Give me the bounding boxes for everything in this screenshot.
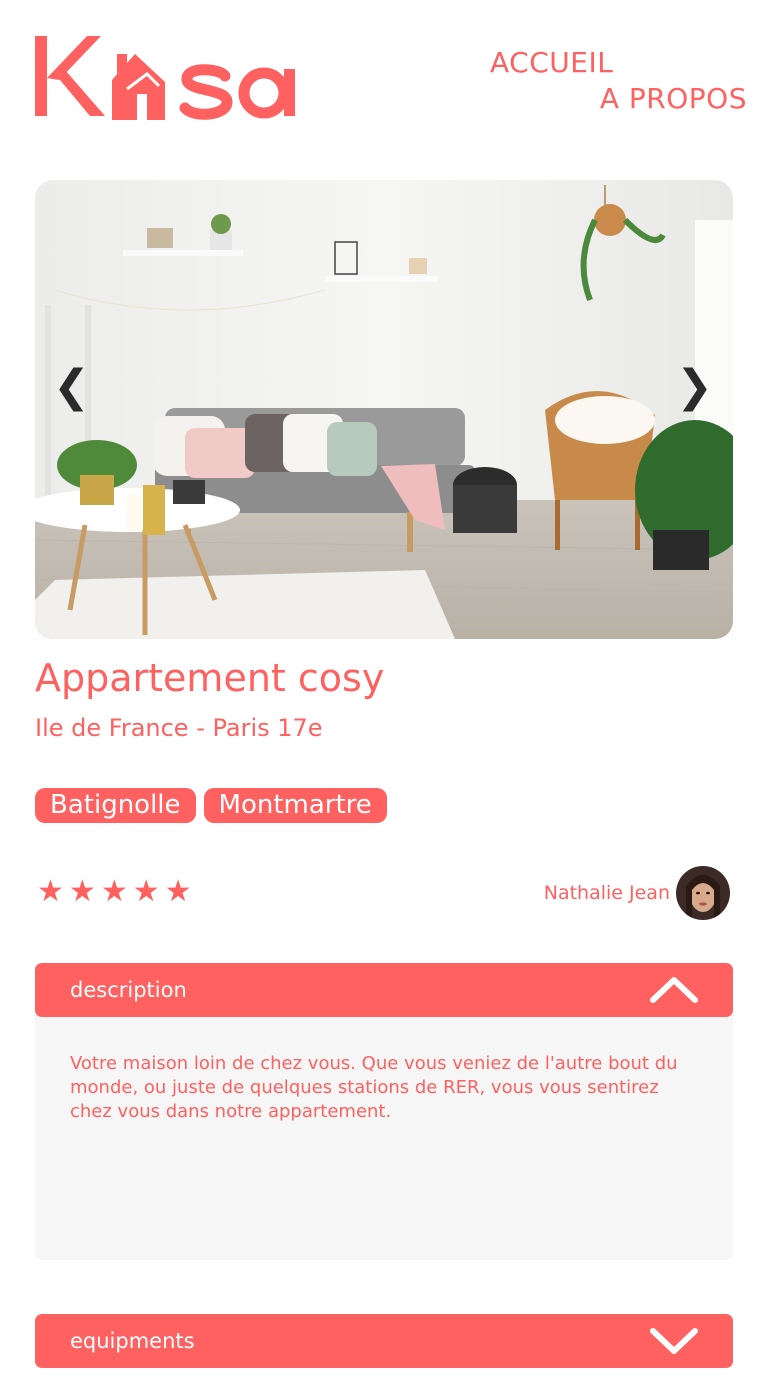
living-room-photo bbox=[35, 180, 733, 639]
gallery-slideshow: ❮ ❯ bbox=[35, 180, 733, 639]
description-toggle[interactable]: description bbox=[35, 963, 733, 1017]
page: ACCUEIL A PROPOS ❮ ❯ Appartement cosy Il… bbox=[0, 0, 766, 1386]
star-icon: ★ bbox=[164, 874, 192, 909]
chevron-down-icon[interactable] bbox=[649, 1325, 699, 1357]
tag-list: Batignolle Montmartre bbox=[35, 788, 387, 823]
star-icon: ★ bbox=[68, 874, 96, 909]
chevron-left-icon[interactable]: ❮ bbox=[53, 365, 90, 409]
tag: Montmartre bbox=[203, 788, 387, 823]
kasa-logo[interactable] bbox=[35, 34, 300, 124]
description-title: description bbox=[70, 978, 187, 1002]
tag: Batignolle bbox=[35, 788, 196, 823]
chevron-right-icon[interactable]: ❯ bbox=[676, 365, 713, 409]
host-info: Nathalie Jean bbox=[544, 866, 730, 920]
rating-stars: ★ ★ ★ ★ ★ bbox=[37, 874, 192, 910]
avatar bbox=[676, 866, 730, 920]
host-name: Nathalie Jean bbox=[543, 882, 670, 904]
star-icon: ★ bbox=[100, 874, 128, 909]
nav-about-link[interactable]: A PROPOS bbox=[600, 82, 747, 115]
equipments-toggle[interactable]: equipments bbox=[35, 1314, 733, 1368]
description-text: Votre maison loin de chez vous. Que vous… bbox=[70, 1053, 678, 1122]
star-icon: ★ bbox=[132, 874, 160, 909]
listing-location: Ile de France - Paris 17e bbox=[35, 714, 323, 742]
listing-title: Appartement cosy bbox=[35, 656, 385, 700]
description-panel: Votre maison loin de chez vous. Que vous… bbox=[35, 1010, 733, 1260]
chevron-up-icon[interactable] bbox=[649, 974, 699, 1006]
equipments-title: equipments bbox=[70, 1329, 195, 1353]
nav-home-link[interactable]: ACCUEIL bbox=[490, 46, 613, 79]
star-icon: ★ bbox=[37, 874, 64, 909]
